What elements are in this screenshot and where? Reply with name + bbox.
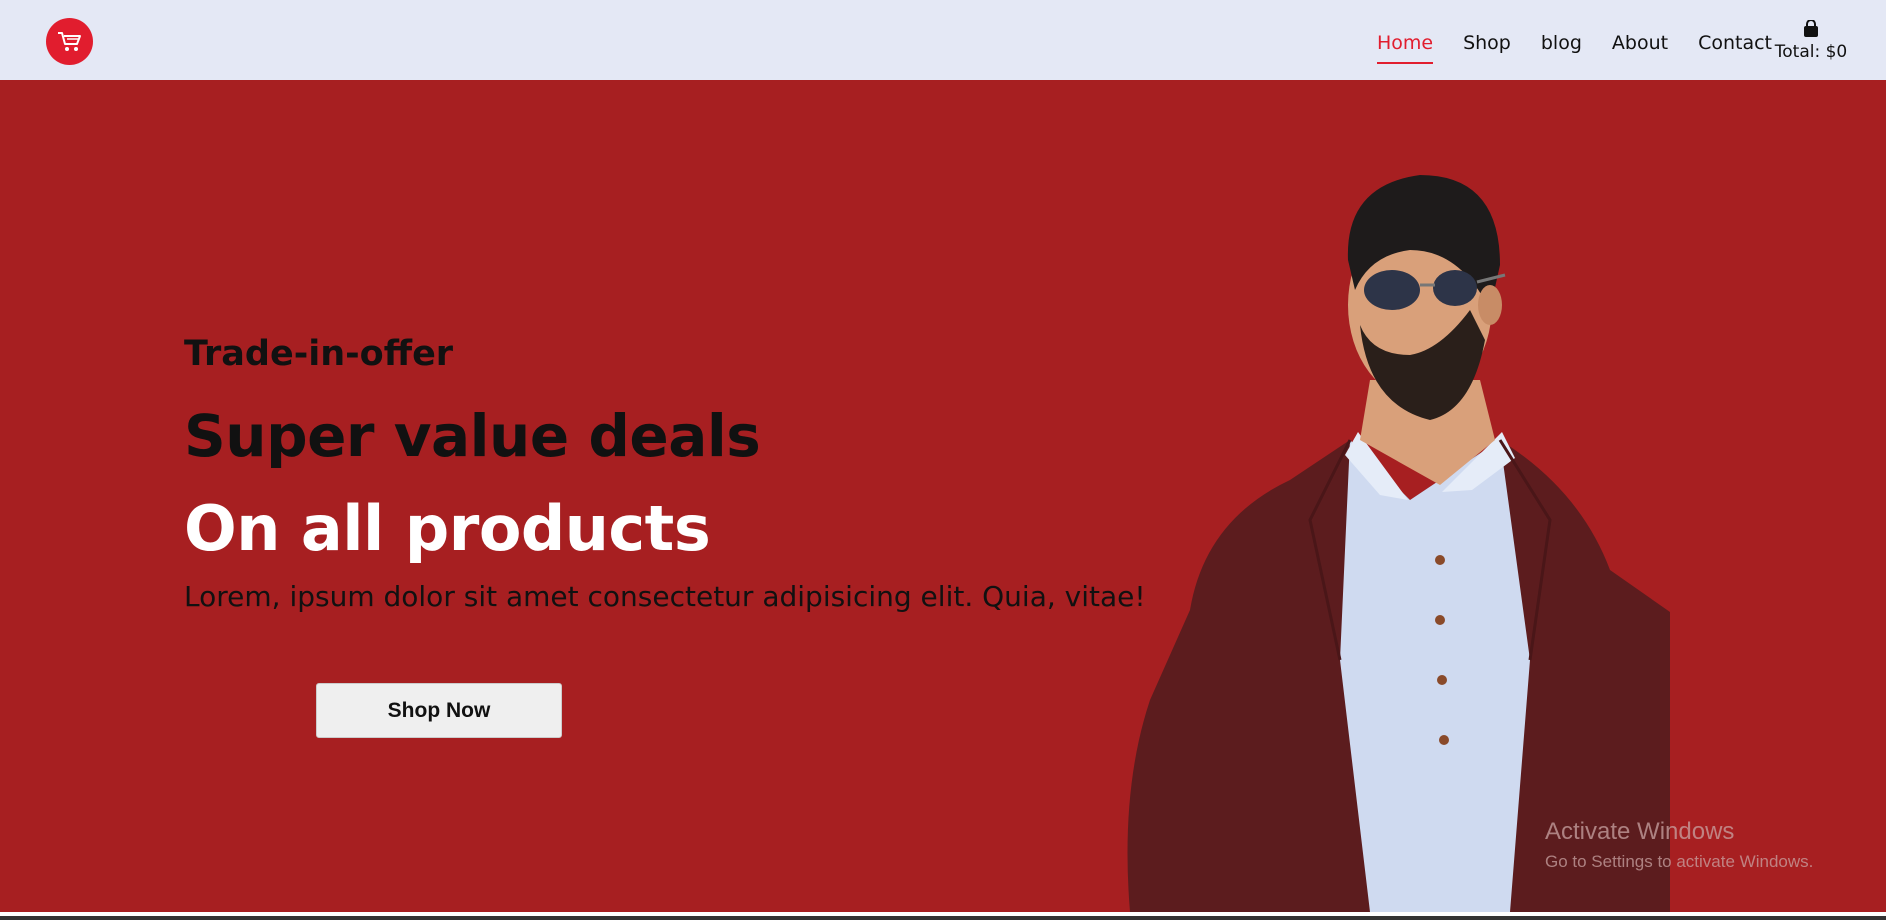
nav-link-home[interactable]: Home [1376,30,1434,64]
main-nav: Home Shop blog About Contact [1347,30,1772,64]
shopping-bag-icon[interactable] [1802,20,1820,38]
navbar: Home Shop blog About Contact Total: $0 [0,0,1886,80]
nav-link-contact[interactable]: Contact [1698,30,1772,56]
nav-link-about[interactable]: About [1612,30,1668,56]
hero-banner: Trade-in-offer Super value deals On all … [0,80,1886,912]
hero-pretitle: Trade-in-offer [184,334,454,374]
windows-activation-watermark: Activate Windows Go to Settings to activ… [1545,818,1813,872]
shopping-cart-icon [57,31,81,51]
logo[interactable] [46,18,93,65]
shop-now-button[interactable]: Shop Now [316,683,562,738]
hero-description: Lorem, ipsum dolor sit amet consectetur … [184,580,1146,613]
watermark-subtitle: Go to Settings to activate Windows. [1545,852,1814,871]
watermark-title: Activate Windows [1545,818,1735,845]
cart[interactable]: Total: $0 [1766,20,1856,62]
nav-link-shop[interactable]: Shop [1463,30,1511,56]
page-bottom-edge [0,912,1886,923]
hero-title: Super value deals [184,402,761,470]
nav-link-blog[interactable]: blog [1541,30,1582,56]
hero-model-image [1127,175,1670,912]
cart-total: Total: $0 [1774,42,1848,62]
hero-subtitle: On all products [184,492,711,565]
